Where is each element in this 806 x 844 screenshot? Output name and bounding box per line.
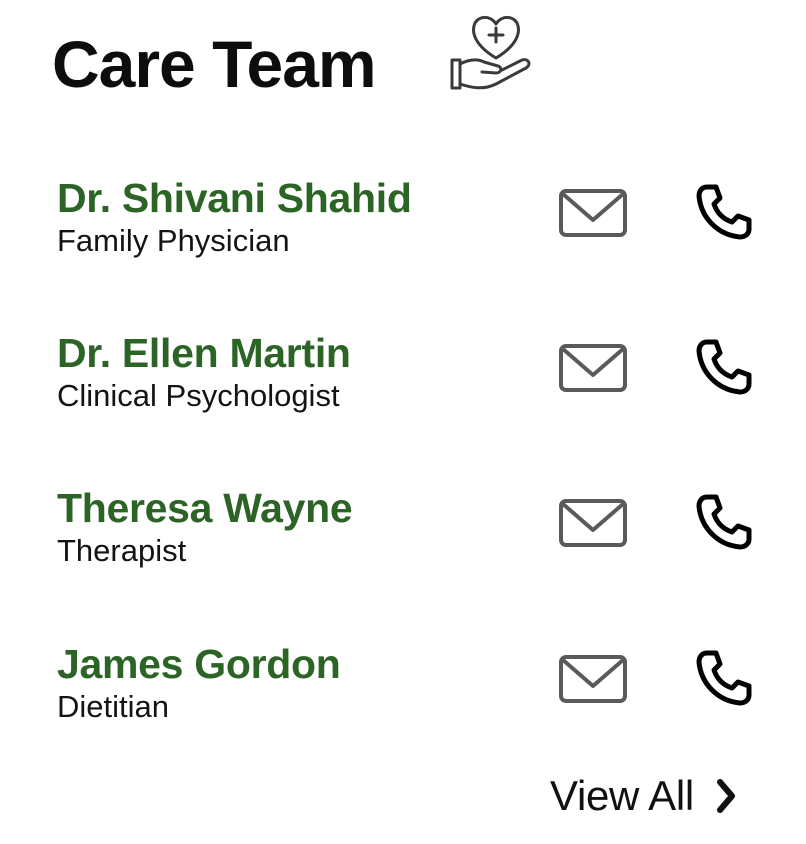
care-team-member: Theresa Wayne Therapist bbox=[57, 485, 777, 586]
member-role: Clinical Psychologist bbox=[57, 378, 340, 413]
mail-icon[interactable] bbox=[558, 654, 628, 704]
care-team-member: Dr. Shivani Shahid Family Physician bbox=[57, 175, 777, 276]
phone-icon[interactable] bbox=[694, 492, 754, 552]
phone-icon[interactable] bbox=[694, 182, 754, 242]
care-team-header: Care Team bbox=[52, 14, 377, 114]
page-title: Care Team bbox=[52, 27, 377, 101]
phone-icon[interactable] bbox=[694, 337, 754, 397]
member-name: Dr. Ellen Martin bbox=[57, 330, 351, 376]
care-team-member: Dr. Ellen Martin Clinical Psychologist bbox=[57, 330, 777, 431]
member-name: Theresa Wayne bbox=[57, 485, 353, 531]
member-role: Therapist bbox=[57, 533, 187, 568]
heart-in-hand-icon bbox=[450, 16, 531, 90]
member-role: Family Physician bbox=[57, 223, 290, 258]
mail-icon[interactable] bbox=[558, 343, 628, 393]
chevron-right-icon bbox=[716, 779, 735, 813]
member-name: Dr. Shivani Shahid bbox=[57, 175, 412, 221]
view-all-label: View All bbox=[550, 772, 694, 819]
view-all-link[interactable]: View All bbox=[550, 770, 740, 822]
member-name: James Gordon bbox=[57, 641, 341, 687]
mail-icon[interactable] bbox=[558, 498, 628, 548]
phone-icon[interactable] bbox=[694, 648, 754, 708]
member-role: Dietitian bbox=[57, 689, 169, 724]
care-team-member: James Gordon Dietitian bbox=[57, 641, 777, 742]
mail-icon[interactable] bbox=[558, 188, 628, 238]
